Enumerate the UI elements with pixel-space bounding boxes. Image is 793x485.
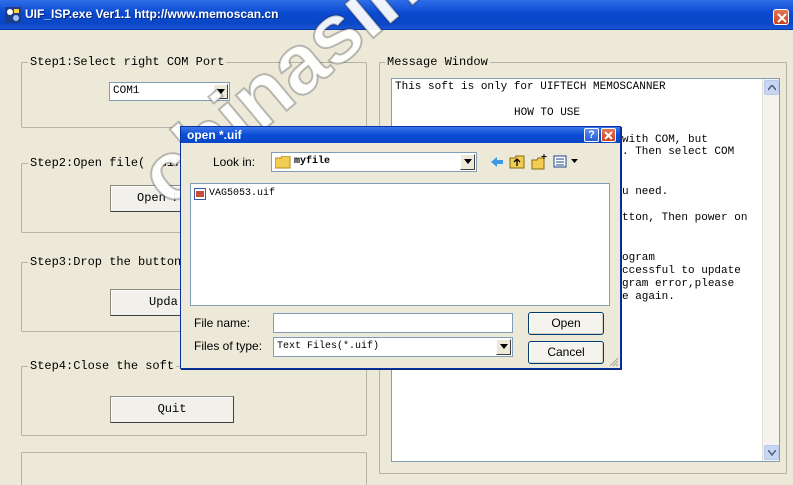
chevron-down-icon <box>464 159 472 164</box>
file-name: VAG5053.uif <box>209 188 276 199</box>
scroll-down-button[interactable] <box>764 445 779 460</box>
scroll-up-button[interactable] <box>764 80 779 95</box>
message-line: with COM, but <box>622 134 708 146</box>
chevron-down-icon <box>217 89 225 94</box>
title-bar[interactable]: UIF_ISP.exe Ver1.1 http://www.memoscan.c… <box>0 0 793 30</box>
chevron-down-icon <box>571 159 578 164</box>
message-line: gram error,please <box>622 278 735 290</box>
message-window-label: Message Window <box>385 55 490 69</box>
close-icon <box>777 13 787 23</box>
message-line: HOW TO USE <box>514 107 581 119</box>
message-line: ogram <box>622 252 656 264</box>
cancel-button[interactable]: Cancel <box>528 341 604 364</box>
com-port-dropdown-button[interactable] <box>213 84 228 99</box>
up-folder-icon[interactable] <box>509 154 525 170</box>
file-icon <box>194 188 206 200</box>
look-in-dropdown-button[interactable] <box>460 154 475 170</box>
files-of-type-select[interactable]: Text Files(*.uif) <box>273 337 513 357</box>
message-line: This soft is only for UIFTECH MEMOSCANNE… <box>395 81 666 93</box>
dialog-close-button[interactable] <box>601 128 616 142</box>
message-line: tton, Then power on <box>622 212 748 224</box>
chevron-down-icon <box>500 344 508 349</box>
quit-button[interactable]: Quit <box>110 396 234 423</box>
message-line: e again. <box>622 291 675 303</box>
open-file-dialog: open *.uif ? Look in: myfile VAG5053.uif… <box>180 126 621 369</box>
look-in-select[interactable]: myfile <box>271 152 477 172</box>
dialog-title: open *.uif <box>187 128 242 142</box>
status-group <box>21 452 367 485</box>
view-menu-icon[interactable] <box>553 154 569 170</box>
app-window: UIF_ISP.exe Ver1.1 http://www.memoscan.c… <box>0 0 793 485</box>
open-button[interactable]: Open <box>528 312 604 335</box>
message-line: ccessful to update <box>622 265 741 277</box>
folder-icon <box>275 156 291 169</box>
look-in-label: Look in: <box>213 155 256 169</box>
com-port-value: COM1 <box>113 85 140 97</box>
app-icon <box>5 7 21 23</box>
files-of-type-dropdown-button[interactable] <box>496 339 511 355</box>
chevron-up-icon <box>768 85 776 91</box>
window-title: UIF_ISP.exe Ver1.1 http://www.memoscan.c… <box>25 7 279 21</box>
files-of-type-value: Text Files(*.uif) <box>277 341 380 352</box>
close-icon <box>604 131 613 140</box>
chevron-down-icon <box>768 450 776 456</box>
back-arrow-icon[interactable] <box>489 154 505 170</box>
files-of-type-label: Files of type: <box>194 339 263 353</box>
step2-label: Step2:Open file( .uif <box>28 156 184 170</box>
step3-label: Step3:Drop the button <box>28 255 184 269</box>
message-line: u need. <box>622 186 669 198</box>
com-port-select[interactable]: COM1 <box>109 82 230 101</box>
look-in-value: myfile <box>294 156 331 167</box>
resize-grip-icon[interactable] <box>609 357 619 367</box>
file-list[interactable]: VAG5053.uif <box>190 183 610 306</box>
dialog-title-bar[interactable]: open *.uif ? <box>181 127 620 143</box>
step4-label: Step4:Close the soft <box>28 359 177 373</box>
message-scrollbar[interactable] <box>762 79 779 461</box>
step1-label: Step1:Select right COM Port <box>28 55 227 69</box>
close-button[interactable] <box>773 9 789 25</box>
file-name-label: File name: <box>194 316 251 330</box>
file-name-input[interactable] <box>273 313 513 333</box>
help-button[interactable]: ? <box>584 128 599 142</box>
message-line: . Then select COM <box>622 146 735 158</box>
new-folder-icon[interactable] <box>531 154 547 170</box>
